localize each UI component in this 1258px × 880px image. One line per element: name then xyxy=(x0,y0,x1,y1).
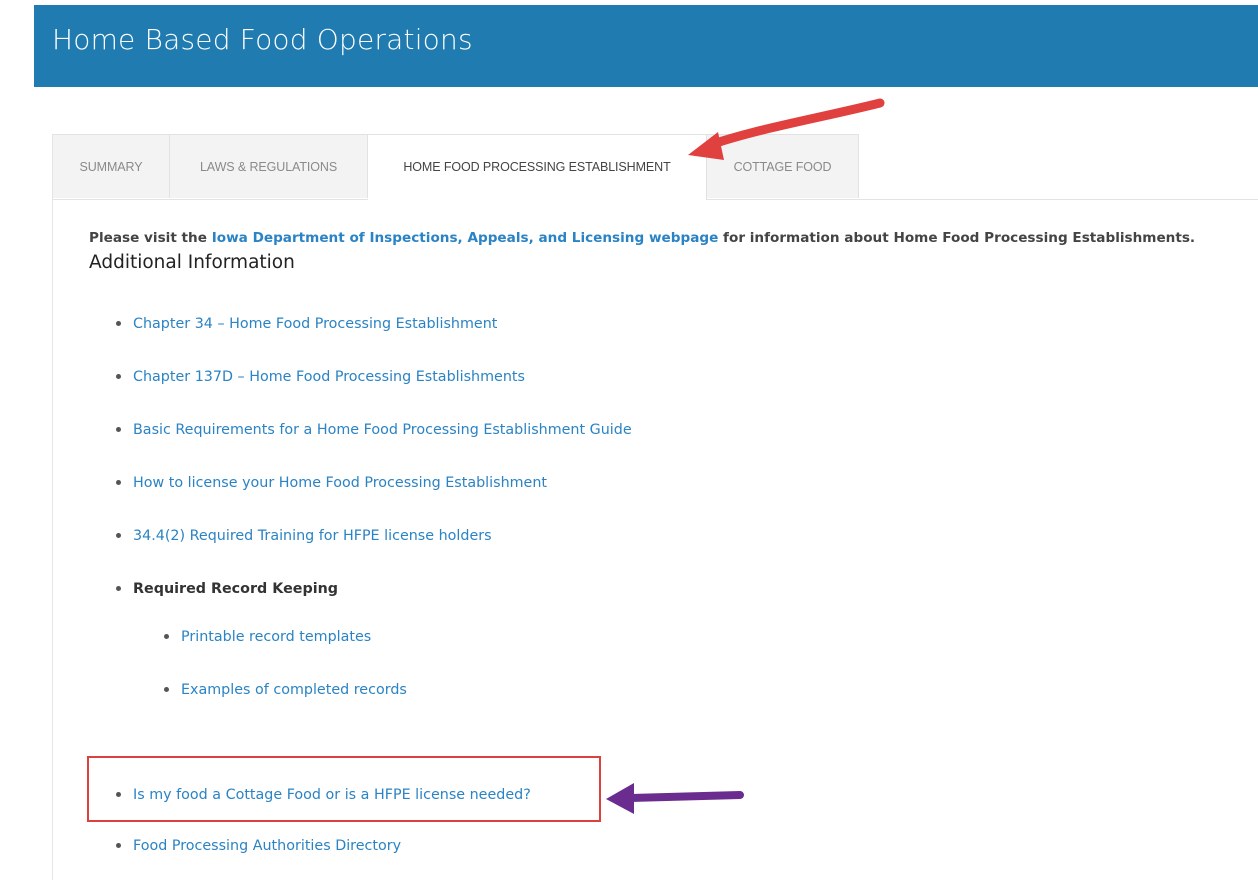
page-header: Home Based Food Operations xyxy=(34,5,1258,87)
bullet-icon xyxy=(116,532,121,538)
intro-suffix: for information about Home Food Processi… xyxy=(718,230,1196,246)
printable-templates-link[interactable]: Printable record templates xyxy=(181,629,371,645)
bullet-icon xyxy=(116,320,121,326)
tab-home-food-processing-establishment[interactable]: HOME FOOD PROCESSING ESTABLISHMENT xyxy=(368,134,707,200)
list-item: Chapter 137D – Home Food Processing Esta… xyxy=(116,369,525,385)
list-item: How to license your Home Food Processing… xyxy=(116,475,547,491)
bullet-icon xyxy=(164,633,169,639)
tab-laws-regulations[interactable]: LAWS & REGULATIONS xyxy=(170,134,368,198)
highlight-box xyxy=(87,756,601,822)
bullet-icon xyxy=(116,842,121,848)
list-item: 34.4(2) Required Training for HFPE licen… xyxy=(116,528,492,544)
completed-records-link[interactable]: Examples of completed records xyxy=(181,682,407,698)
list-item: Required Record Keeping xyxy=(116,581,338,597)
iowa-dial-link[interactable]: Iowa Department of Inspections, Appeals,… xyxy=(212,230,719,246)
tab-cottage-food[interactable]: COTTAGE FOOD xyxy=(707,134,859,198)
tab-summary[interactable]: SUMMARY xyxy=(53,134,170,198)
bullet-icon xyxy=(116,479,121,485)
section-heading: Additional Information xyxy=(89,252,295,273)
list-item: Examples of completed records xyxy=(164,682,407,698)
bullet-icon xyxy=(116,373,121,379)
chapter-137d-link[interactable]: Chapter 137D – Home Food Processing Esta… xyxy=(133,369,525,385)
list-item: Printable record templates xyxy=(164,629,371,645)
tab-bar: SUMMARY LAWS & REGULATIONS HOME FOOD PRO… xyxy=(53,134,1258,200)
authorities-directory-link[interactable]: Food Processing Authorities Directory xyxy=(133,838,401,854)
bullet-icon xyxy=(116,426,121,432)
required-training-link[interactable]: 34.4(2) Required Training for HFPE licen… xyxy=(133,528,492,544)
list-item: Food Processing Authorities Directory xyxy=(116,838,401,854)
list-item: Basic Requirements for a Home Food Proce… xyxy=(116,422,632,438)
bullet-icon xyxy=(164,686,169,692)
intro-text: Please visit the Iowa Department of Insp… xyxy=(89,230,1195,246)
list-item: Chapter 34 – Home Food Processing Establ… xyxy=(116,316,497,332)
bullet-icon xyxy=(116,585,121,591)
how-to-license-link[interactable]: How to license your Home Food Processing… xyxy=(133,475,547,491)
page-title: Home Based Food Operations xyxy=(52,23,473,56)
chapter-34-link[interactable]: Chapter 34 – Home Food Processing Establ… xyxy=(133,316,497,332)
basic-requirements-link[interactable]: Basic Requirements for a Home Food Proce… xyxy=(133,422,632,438)
record-keeping-label: Required Record Keeping xyxy=(133,581,339,597)
intro-prefix: Please visit the xyxy=(89,230,212,246)
